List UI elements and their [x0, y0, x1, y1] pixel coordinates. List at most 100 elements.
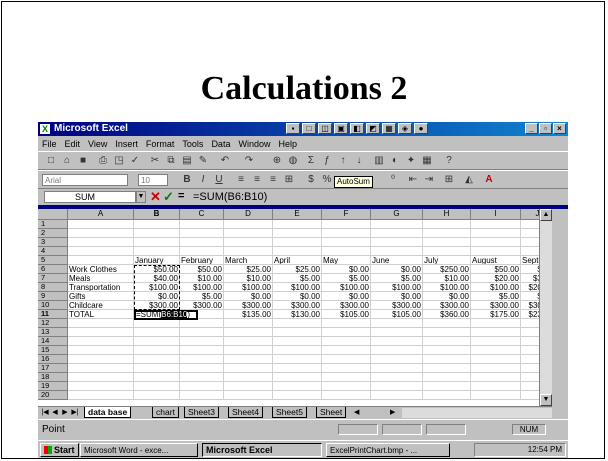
grid-cell[interactable]: [134, 328, 180, 337]
task-paint[interactable]: ExcelPrintChart.bmp - ...: [326, 443, 450, 457]
grid-cell[interactable]: [371, 319, 423, 328]
column-header-a[interactable]: A: [68, 209, 134, 220]
grid-cell[interactable]: [322, 220, 371, 229]
grid-cell[interactable]: [521, 391, 539, 400]
menu-insert[interactable]: Insert: [115, 139, 138, 149]
grid-cell[interactable]: [423, 355, 471, 364]
grid-cell[interactable]: [322, 319, 371, 328]
font-color-icon[interactable]: A: [482, 173, 496, 186]
grid-cell[interactable]: [180, 229, 224, 238]
column-header-i[interactable]: I: [471, 209, 521, 220]
data-cell[interactable]: $50.00: [180, 265, 224, 274]
month-header[interactable]: May: [322, 256, 371, 265]
data-cell[interactable]: $5.00: [471, 292, 521, 301]
grid-cell[interactable]: [371, 382, 423, 391]
data-cell[interactable]: $0.00: [273, 292, 322, 301]
data-cell[interactable]: $40.00: [134, 274, 180, 283]
grid-cell[interactable]: [224, 328, 273, 337]
grid-cell[interactable]: [322, 337, 371, 346]
first-sheet-icon[interactable]: |◀: [40, 408, 50, 418]
grid-cell[interactable]: [371, 247, 423, 256]
grid-cell[interactable]: [322, 247, 371, 256]
save-icon[interactable]: ■: [76, 154, 90, 167]
grid-cell[interactable]: [180, 391, 224, 400]
data-cell[interactable]: $250.00: [423, 265, 471, 274]
grid-cell[interactable]: [423, 382, 471, 391]
data-cell[interactable]: $300.00: [423, 301, 471, 310]
total-cell[interactable]: $105.00: [371, 310, 423, 319]
menu-edit[interactable]: Edit: [65, 139, 81, 149]
month-header[interactable]: April: [273, 256, 322, 265]
tab-data-base[interactable]: data base: [84, 407, 132, 418]
grid-cell[interactable]: [180, 238, 224, 247]
spelling-icon[interactable]: ✓: [128, 154, 142, 167]
grid-cell[interactable]: [68, 220, 134, 229]
data-cell[interactable]: $0.00: [224, 292, 273, 301]
grid-cell[interactable]: [423, 229, 471, 238]
grid-cell[interactable]: [180, 346, 224, 355]
column-header-b[interactable]: B: [134, 209, 180, 220]
grid-cell[interactable]: [371, 229, 423, 238]
data-cell[interactable]: $20.00: [471, 274, 521, 283]
redo-icon[interactable]: ↷: [242, 154, 256, 167]
data-cell[interactable]: $300.0: [521, 301, 539, 310]
grid-cell[interactable]: [224, 319, 273, 328]
grid-cell[interactable]: [180, 319, 224, 328]
grid-cell[interactable]: [224, 247, 273, 256]
grid-cell[interactable]: [371, 238, 423, 247]
grid-cell[interactable]: [371, 391, 423, 400]
grid-cell[interactable]: [273, 220, 322, 229]
column-header-c[interactable]: C: [180, 209, 224, 220]
grid-cell[interactable]: [471, 220, 521, 229]
align-left-icon[interactable]: ≡: [234, 173, 248, 186]
month-header[interactable]: March: [224, 256, 273, 265]
grid-cell[interactable]: [180, 355, 224, 364]
grid-cell[interactable]: [521, 220, 539, 229]
month-header[interactable]: June: [371, 256, 423, 265]
grid-cell[interactable]: [134, 238, 180, 247]
last-sheet-icon[interactable]: ▶|: [70, 408, 80, 418]
grid-cell[interactable]: [521, 229, 539, 238]
grid-cell[interactable]: [180, 247, 224, 256]
grid-cell[interactable]: [471, 391, 521, 400]
data-cell[interactable]: $0.00: [371, 292, 423, 301]
close-button[interactable]: ×: [553, 123, 566, 134]
scroll-up-icon[interactable]: ▲: [540, 209, 552, 221]
grid-cell[interactable]: [273, 391, 322, 400]
task-word[interactable]: Microsoft Word - exce...: [80, 443, 198, 457]
grid-cell[interactable]: [180, 373, 224, 382]
grid-cell[interactable]: [273, 364, 322, 373]
tab-sheet4[interactable]: Sheet4: [228, 407, 263, 418]
tab-scroll-right-icon[interactable]: ▶: [390, 408, 395, 416]
minimize-button[interactable]: _: [525, 123, 538, 134]
data-cell[interactable]: $100.00: [180, 283, 224, 292]
grid-cell[interactable]: [322, 355, 371, 364]
office-assistant-icon[interactable]: ?: [442, 154, 456, 167]
menu-window[interactable]: Window: [238, 139, 270, 149]
row-header[interactable]: 20: [38, 391, 68, 400]
grid-cell[interactable]: [134, 355, 180, 364]
column-header-f[interactable]: F: [322, 209, 371, 220]
total-cell[interactable]: $235.0: [521, 310, 539, 319]
grid-cell[interactable]: [273, 373, 322, 382]
prev-sheet-icon[interactable]: ◀: [50, 408, 60, 418]
grid-cell[interactable]: [371, 220, 423, 229]
grid-cell[interactable]: [68, 238, 134, 247]
row-label[interactable]: Childcare: [68, 301, 134, 310]
data-cell[interactable]: $0.00: [322, 292, 371, 301]
horizontal-scrollbar[interactable]: [402, 408, 552, 418]
data-cell[interactable]: $5.00: [322, 274, 371, 283]
data-cell[interactable]: $25.00: [224, 265, 273, 274]
grid-cell[interactable]: [134, 373, 180, 382]
drawing-icon[interactable]: ✦: [404, 154, 418, 167]
data-cell[interactable]: $0.00: [371, 265, 423, 274]
paste-icon[interactable]: ▤: [180, 154, 194, 167]
grid-cell[interactable]: [471, 337, 521, 346]
grid-cell[interactable]: [322, 328, 371, 337]
print-icon[interactable]: ⎙: [96, 154, 110, 167]
grid-cell[interactable]: [471, 382, 521, 391]
grid-cell[interactable]: [68, 346, 134, 355]
office-shortcut-icon[interactable]: ▣: [334, 123, 348, 134]
total-cell[interactable]: $135.00: [224, 310, 273, 319]
menu-data[interactable]: Data: [211, 139, 230, 149]
